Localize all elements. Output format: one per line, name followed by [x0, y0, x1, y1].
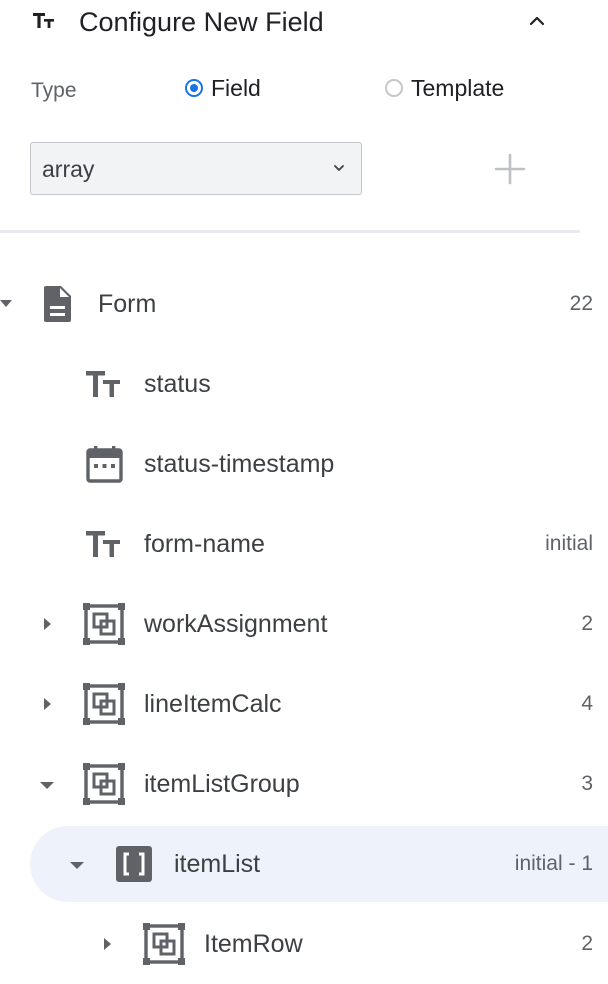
radio-field-label: Field [211, 75, 261, 101]
panel-header: Configure New Field [0, 0, 608, 46]
text-type-icon [31, 8, 59, 36]
chevron-up-icon [522, 6, 552, 36]
tree-node-label: status [144, 370, 211, 398]
group-icon [82, 762, 126, 806]
tree-row-itemrow[interactable]: ItemRow 2 [0, 904, 608, 984]
array-icon [114, 844, 154, 884]
radio-field-indicator[interactable] [185, 79, 203, 97]
caret-right-icon[interactable] [41, 617, 55, 631]
calendar-icon [83, 442, 127, 486]
plus-icon [494, 153, 526, 185]
text-type-icon [83, 362, 127, 406]
divider [0, 230, 580, 233]
tree-node-label: lineItemCalc [144, 690, 282, 718]
group-icon [142, 922, 186, 966]
caret-down-icon[interactable] [40, 779, 54, 793]
tree-row-form[interactable]: Form 22 [0, 264, 608, 344]
text-type-icon [83, 522, 127, 566]
caret-down-icon[interactable] [0, 297, 14, 311]
tree-node-count: 4 [581, 692, 593, 715]
tree-node-label: itemListGroup [144, 770, 300, 798]
tree-node-count: 2 [581, 612, 593, 635]
caret-right-icon[interactable] [41, 697, 55, 711]
document-icon [36, 282, 80, 326]
tree-node-count: 2 [581, 932, 593, 955]
tree-node-label: workAssignment [144, 610, 328, 638]
radio-template[interactable]: Template [385, 74, 504, 102]
tree-node-count: initial [545, 532, 593, 555]
tree-node-count: 22 [569, 292, 593, 315]
tree-row-lineitemcalc[interactable]: lineItemCalc 4 [0, 664, 608, 744]
group-icon [82, 682, 126, 726]
caret-down-icon[interactable] [70, 859, 84, 873]
add-field-button[interactable] [494, 153, 526, 185]
select-value: array [42, 156, 95, 182]
tree-node-label: Form [98, 290, 157, 318]
panel-title: Configure New Field [79, 7, 324, 37]
collapse-button[interactable] [522, 6, 552, 36]
tree-row-status-timestamp[interactable]: status-timestamp [0, 424, 608, 504]
tree-node-count: initial - 1 [514, 852, 593, 875]
tree-node-label: ItemRow [204, 930, 303, 958]
radio-field[interactable]: Field [185, 74, 261, 102]
tree-node-label: status-timestamp [144, 450, 335, 478]
field-type-select[interactable]: array [30, 142, 362, 195]
tree-row-form-name[interactable]: form-name initial [0, 504, 608, 584]
tree-node-label: itemList [174, 850, 261, 878]
radio-template-indicator[interactable] [385, 79, 403, 97]
tree-node-label: form-name [144, 530, 265, 558]
type-label: Type [31, 79, 77, 102]
caret-right-icon[interactable] [101, 937, 115, 951]
tree-row-itemlist[interactable]: itemList initial - 1 [0, 824, 608, 904]
tree-row-status[interactable]: status [0, 344, 608, 424]
tree-row-workassignment[interactable]: workAssignment 2 [0, 584, 608, 664]
tree-row-itemlistgroup[interactable]: itemListGroup 3 [0, 744, 608, 824]
tree-node-count: 3 [581, 772, 593, 795]
radio-template-label: Template [411, 75, 505, 101]
chevron-down-icon [331, 160, 347, 176]
group-icon [82, 602, 126, 646]
